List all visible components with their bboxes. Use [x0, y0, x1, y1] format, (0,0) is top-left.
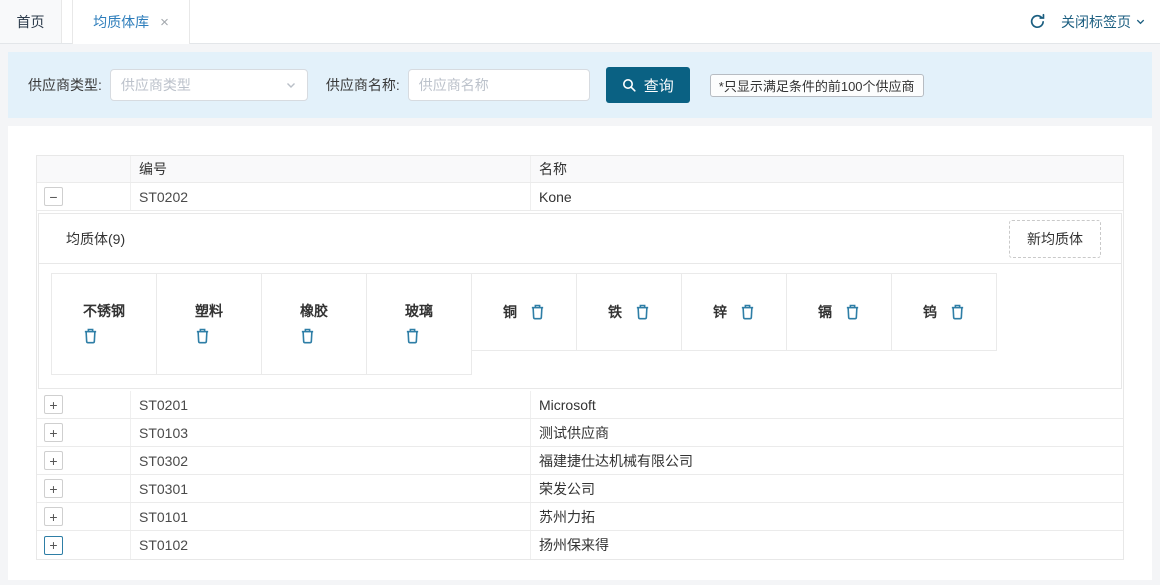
homogeneous-card: 玻璃 [366, 273, 472, 375]
row-code: ST0102 [131, 531, 531, 559]
homogeneous-card: 橡胶 [261, 273, 367, 375]
homogeneous-cards: 不锈钢 塑料 [39, 264, 1121, 375]
chevron-down-icon [285, 79, 297, 91]
row-code: ST0202 [131, 183, 531, 210]
delete-icon[interactable] [950, 304, 965, 320]
expand-row-button[interactable]: + [44, 451, 63, 470]
row-code: ST0103 [131, 419, 531, 446]
material-name: 钨 [923, 302, 937, 322]
table-row: + ST0201 Microsoft [37, 391, 1123, 419]
tab-home[interactable]: 首页 [0, 0, 62, 43]
row-name: 荣发公司 [531, 475, 1123, 502]
supplier-name-input[interactable] [408, 69, 590, 101]
homogeneous-card: 铁 [576, 273, 682, 351]
material-name: 塑料 [195, 301, 223, 321]
search-button[interactable]: 查询 [606, 67, 690, 103]
row-code: ST0101 [131, 503, 531, 530]
expand-row-button[interactable]: + [44, 423, 63, 442]
row-name: Kone [531, 183, 1123, 210]
search-icon [622, 78, 636, 92]
close-tabs-label: 关闭标签页 [1061, 12, 1131, 32]
expand-row-button[interactable]: + [44, 395, 63, 414]
table-row: + ST0101 苏州力拓 [37, 503, 1123, 531]
expand-row-button[interactable]: + [44, 536, 63, 555]
new-homogeneous-button[interactable]: 新均质体 [1009, 220, 1101, 258]
homogeneous-count-title: 均质体(9) [66, 229, 125, 249]
detail-header: 均质体(9) 新均质体 [39, 214, 1121, 264]
row-name: 苏州力拓 [531, 503, 1123, 530]
refresh-icon[interactable] [1029, 13, 1046, 30]
tab-homogeneous-library[interactable]: 均质体库 × [72, 0, 190, 44]
table-row: + ST0302 福建捷仕达机械有限公司 [37, 447, 1123, 475]
header-expand-column [37, 156, 131, 182]
tab-label: 均质体库 [93, 12, 149, 32]
row-code: ST0201 [131, 391, 531, 418]
homogeneous-card: 塑料 [156, 273, 262, 375]
homogeneous-card: 钨 [891, 273, 997, 351]
expand-row-button[interactable]: + [44, 479, 63, 498]
material-name: 镉 [818, 302, 832, 322]
delete-icon[interactable] [635, 304, 650, 320]
table-row: + ST0103 测试供应商 [37, 419, 1123, 447]
collapse-row-button[interactable]: − [44, 187, 63, 206]
delete-icon[interactable] [83, 328, 98, 344]
homogeneous-card: 不锈钢 [51, 273, 157, 375]
filter-bar: 供应商类型: 供应商类型 供应商名称: 查询 *只显示满足条件的前100个供应商 [8, 52, 1152, 118]
material-name: 铁 [608, 302, 622, 322]
header-code: 编号 [131, 156, 531, 182]
result-limit-hint: *只显示满足条件的前100个供应商 [710, 74, 924, 97]
close-tabs-dropdown[interactable]: 关闭标签页 [1061, 12, 1146, 32]
expanded-detail-panel: 均质体(9) 新均质体 不锈钢 [38, 213, 1122, 389]
homogeneous-card: 铜 [471, 273, 577, 351]
supplier-name-label: 供应商名称: [326, 75, 400, 95]
row-code: ST0301 [131, 475, 531, 502]
delete-icon[interactable] [845, 304, 860, 320]
delete-icon[interactable] [405, 328, 420, 344]
material-name: 玻璃 [405, 301, 433, 321]
chevron-down-icon [1135, 16, 1146, 27]
row-name: 测试供应商 [531, 419, 1123, 446]
homogeneous-card: 镉 [786, 273, 892, 351]
supplier-type-placeholder: 供应商类型 [121, 75, 191, 95]
delete-icon[interactable] [195, 328, 210, 344]
material-name: 铜 [503, 302, 517, 322]
search-button-label: 查询 [644, 75, 674, 96]
supplier-table: 编号 名称 − ST0202 Kone 均质体(9) 新均质体 不锈钢 [36, 155, 1124, 560]
homogeneous-card: 锌 [681, 273, 787, 351]
row-name: 扬州保来得 [531, 531, 1123, 559]
table-row: − ST0202 Kone [37, 183, 1123, 211]
supplier-type-select[interactable]: 供应商类型 [110, 69, 308, 101]
material-name: 橡胶 [300, 301, 328, 321]
supplier-type-label: 供应商类型: [28, 75, 102, 95]
row-code: ST0302 [131, 447, 531, 474]
tab-bar: 首页 均质体库 × 关闭标签页 [0, 0, 1160, 44]
delete-icon[interactable] [740, 304, 755, 320]
delete-icon[interactable] [530, 304, 545, 320]
row-name: 福建捷仕达机械有限公司 [531, 447, 1123, 474]
content-panel: 编号 名称 − ST0202 Kone 均质体(9) 新均质体 不锈钢 [8, 126, 1152, 580]
row-name: Microsoft [531, 391, 1123, 418]
table-row: + ST0301 荣发公司 [37, 475, 1123, 503]
tab-close-icon[interactable]: × [160, 15, 169, 30]
material-name: 锌 [713, 302, 727, 322]
table-row: + ST0102 扬州保来得 [37, 531, 1123, 559]
tab-bar-actions: 关闭标签页 [1029, 0, 1146, 43]
table-header: 编号 名称 [37, 156, 1123, 183]
delete-icon[interactable] [300, 328, 315, 344]
material-name: 不锈钢 [83, 301, 125, 321]
expand-row-button[interactable]: + [44, 507, 63, 526]
header-name: 名称 [531, 156, 1123, 182]
